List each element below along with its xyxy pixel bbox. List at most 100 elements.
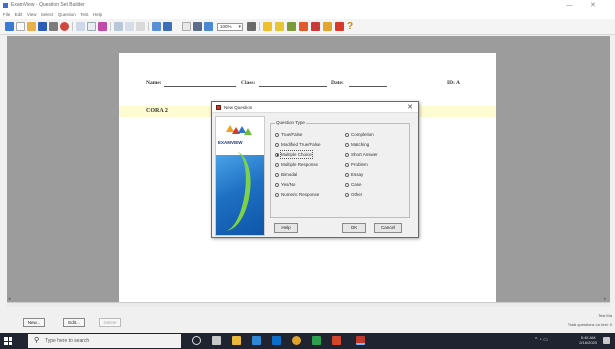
edit-question-button[interactable]: Edit...	[63, 318, 85, 327]
save-icon[interactable]	[38, 22, 47, 31]
record-icon[interactable]	[60, 22, 69, 31]
radio-circle	[345, 152, 349, 157]
clock[interactable]: 5:45 AM 2/16/2020	[579, 335, 597, 345]
new-question-dialog: New Question ✕ EXAMVIEW Question Type Tr…	[211, 101, 419, 238]
taskbar-search[interactable]: ⚲ Type here to search	[28, 334, 181, 348]
page-layout-icon[interactable]	[152, 22, 161, 31]
radio-label: Case	[351, 182, 362, 187]
scroll-right-icon[interactable]: ▸	[604, 296, 607, 302]
radio-label: Essay	[351, 172, 364, 177]
name-line	[164, 86, 236, 87]
radio-circle	[275, 152, 279, 157]
task-view-icon[interactable]	[212, 336, 221, 345]
radio-circle	[345, 162, 349, 167]
radio-label: Modified True/False	[281, 142, 321, 147]
copy-icon[interactable]	[87, 22, 96, 31]
menu-file[interactable]: File	[3, 11, 10, 19]
dropdown-icon[interactable]	[247, 22, 256, 31]
toolbar-separator	[259, 22, 260, 31]
help-button[interactable]: Help	[274, 223, 298, 233]
date-label: Date:	[331, 80, 344, 86]
question-type-label: Question Type	[275, 120, 306, 125]
question-list-icon[interactable]	[287, 22, 296, 31]
menu-question[interactable]: Question	[58, 11, 76, 19]
radio-label: Matching	[351, 142, 370, 147]
pointer-tool-icon[interactable]	[5, 22, 14, 31]
dialog-title: New Question	[224, 105, 253, 110]
radio-circle	[275, 162, 279, 167]
dialog-title-bar: New Question ✕	[212, 102, 418, 113]
outline-icon[interactable]	[193, 22, 202, 31]
help-icon[interactable]: ?	[347, 22, 356, 32]
search-icon: ⚲	[34, 336, 40, 344]
section-title: CORA 2	[146, 108, 168, 114]
horizontal-scrollbar[interactable]	[7, 302, 610, 307]
title-bar: ExamView - Question Set Builder — ✕	[0, 0, 615, 11]
radio-label: Yes/No	[281, 182, 296, 187]
palette-icon[interactable]	[311, 22, 320, 31]
notification-icon[interactable]	[603, 337, 610, 344]
radio-circle	[345, 172, 349, 177]
menu-test[interactable]: Test	[80, 11, 88, 19]
new-question-button[interactable]: New...	[23, 318, 45, 327]
radio-label: True/False	[281, 132, 303, 137]
minimize-button[interactable]: —	[566, 1, 573, 9]
menu-help[interactable]: Help	[93, 11, 102, 19]
radio-circle	[275, 132, 279, 137]
search-placeholder: Type here to search	[45, 338, 90, 344]
zoom-select[interactable]: 100%	[217, 23, 243, 31]
toolbar-separator	[110, 22, 111, 31]
cortana-icon[interactable]	[192, 336, 201, 345]
radio-circle	[275, 182, 279, 187]
status-test-mode: Test Ma	[597, 313, 612, 318]
app-icon	[3, 3, 8, 8]
close-window-button[interactable]: ✕	[590, 1, 596, 9]
find-icon[interactable]	[76, 22, 85, 31]
file-explorer-icon[interactable]	[232, 336, 241, 345]
radio-label: Multiple Response	[281, 162, 319, 167]
cancel-button[interactable]: Cancel	[374, 223, 402, 233]
menu-edit[interactable]: Edit	[15, 11, 23, 19]
radio-label: Bimodal	[281, 172, 298, 177]
class-label: Class:	[241, 80, 256, 86]
radio-label: Other	[351, 192, 363, 197]
delete-question-button[interactable]: Delete	[99, 318, 121, 327]
radio-circle	[345, 142, 349, 147]
new-document-icon[interactable]	[16, 22, 25, 31]
toolbar-separator	[72, 22, 73, 31]
paste-icon[interactable]	[125, 22, 134, 31]
excel-icon[interactable]	[312, 336, 321, 345]
taskbar: ⚲ Type here to search ^ ◔ ▭ 5:45 AM 2/16…	[0, 333, 615, 349]
radio-circle	[275, 172, 279, 177]
dialog-close-button[interactable]: ✕	[407, 103, 413, 111]
flag-icon[interactable]	[335, 22, 344, 31]
scroll-left-icon[interactable]: ◂	[8, 296, 11, 302]
status-total-questions: Total questions on test: 0	[567, 322, 612, 327]
spell-check-icon[interactable]	[98, 22, 107, 31]
heart-icon[interactable]	[323, 22, 332, 31]
lightbulb-icon[interactable]	[275, 22, 284, 31]
grid-icon[interactable]	[182, 22, 191, 31]
preview-icon[interactable]	[204, 22, 213, 31]
logo-text: EXAMVIEW	[218, 140, 243, 145]
open-folder-icon[interactable]	[27, 22, 36, 31]
menu-view[interactable]: View	[27, 11, 37, 19]
examview-taskbar-icon[interactable]	[356, 336, 365, 345]
powerpoint-icon[interactable]	[332, 336, 341, 345]
print-icon[interactable]	[49, 22, 58, 31]
page-view-icon[interactable]	[163, 22, 172, 31]
chrome-icon[interactable]	[292, 336, 301, 345]
dialog-side-banner: EXAMVIEW	[215, 116, 265, 236]
undo-icon[interactable]	[136, 22, 145, 31]
ok-button[interactable]: OK	[342, 223, 366, 233]
radio-label: Multiple Choice	[280, 150, 313, 159]
store-icon[interactable]	[272, 336, 281, 345]
menu-select[interactable]: Select	[41, 11, 54, 19]
system-tray-icons[interactable]: ^ ◔ ▭	[535, 337, 548, 343]
add-question-icon[interactable]	[263, 22, 272, 31]
star-icon[interactable]	[299, 22, 308, 31]
toolbar-separator	[148, 22, 149, 31]
edge-icon[interactable]	[252, 336, 261, 345]
windows-start-icon[interactable]	[4, 337, 12, 345]
cut-icon[interactable]	[114, 22, 123, 31]
